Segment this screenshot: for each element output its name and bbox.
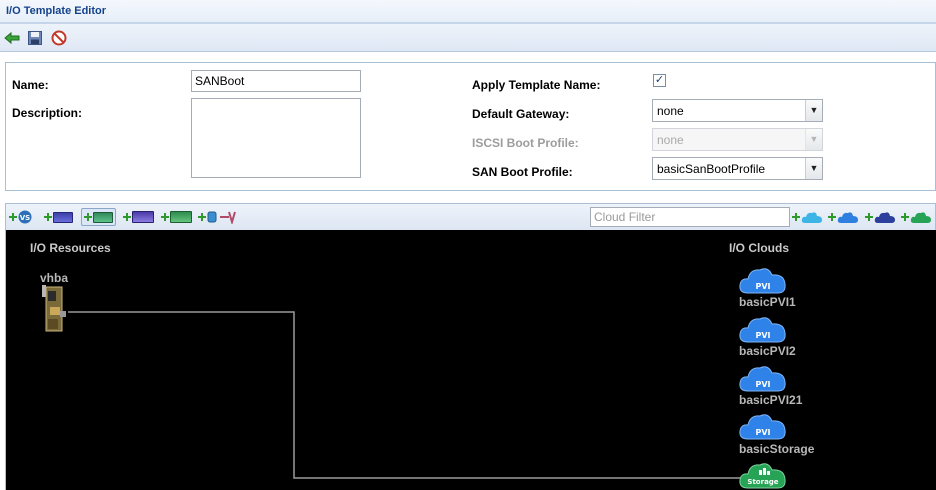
cloud-label: basicStorage: [739, 442, 815, 456]
description-textarea[interactable]: [191, 98, 361, 178]
plus-icon: [828, 213, 836, 221]
add-card-button[interactable]: [123, 208, 154, 226]
add-card-2-button[interactable]: [161, 208, 192, 226]
add-vs-button[interactable]: VS: [9, 208, 32, 226]
plus-icon: [198, 213, 206, 221]
san-boot-profile-label: SAN Boot Profile:: [472, 165, 573, 179]
chevron-down-icon[interactable]: ▼: [805, 158, 822, 179]
add-vnic-button[interactable]: [44, 208, 73, 226]
apply-template-name-label: Apply Template Name:: [472, 78, 601, 92]
vlan-cloud-icon: [874, 212, 895, 223]
description-label: Description:: [12, 106, 83, 120]
cloud-badge: PVI: [755, 428, 770, 437]
san-boot-profile-select[interactable]: basicSanBootProfile ▼: [652, 157, 823, 180]
name-label: Name:: [12, 78, 49, 92]
plus-icon: [44, 213, 52, 221]
canvas-toolbar: VS: [5, 203, 936, 230]
plus-icon: [84, 213, 92, 221]
default-gateway-label: Default Gateway:: [472, 107, 570, 121]
default-gateway-select[interactable]: none ▼: [652, 99, 823, 122]
topology-canvas[interactable]: I/O Resources I/O Clouds vhba PVI basicP…: [5, 230, 936, 490]
add-plug-button[interactable]: [198, 208, 217, 226]
template-form: Name: Description: Apply Template Name: …: [5, 62, 936, 191]
cloud-label: basicPVI1: [739, 295, 796, 309]
back-arrow-icon[interactable]: [4, 30, 20, 46]
storage-cloud-icon: [910, 212, 931, 223]
iscsi-boot-profile-value: none: [657, 133, 684, 147]
cancel-icon[interactable]: [51, 30, 67, 46]
cloud-label: basicPVI2: [739, 344, 796, 358]
apply-template-name-checkbox[interactable]: ✓: [653, 74, 666, 87]
plus-icon: [792, 213, 800, 221]
cloud-label: basicPVI21: [739, 393, 803, 407]
cloud-filter-input[interactable]: [590, 207, 790, 227]
pvi-cloud-icon: [801, 212, 822, 223]
window-title: I/O Template Editor: [6, 5, 107, 17]
chevron-down-icon[interactable]: ▼: [805, 100, 822, 121]
svg-text:VS: VS: [20, 214, 30, 222]
san-boot-profile-value: basicSanBootProfile: [657, 162, 766, 176]
cloud-badge: PVI: [755, 331, 770, 340]
pvi-cloud-icon[interactable]: PVI: [738, 411, 788, 441]
plus-icon: [901, 213, 909, 221]
pvi-cloud-icon[interactable]: PVI: [738, 363, 788, 393]
plus-icon: [865, 213, 873, 221]
title-bar: I/O Template Editor: [0, 0, 936, 24]
add-pvi-cloud-button[interactable]: [792, 208, 823, 226]
vnic-card-icon: [53, 211, 73, 223]
connector-icon: [220, 211, 236, 224]
cloud-badge: Storage: [747, 478, 778, 486]
card-icon: [132, 211, 154, 223]
vs-icon: VS: [18, 210, 32, 224]
connector-button[interactable]: [219, 208, 237, 226]
card-2-icon: [170, 211, 192, 223]
plus-icon: [9, 213, 17, 221]
add-vlan-cloud-button[interactable]: [865, 208, 896, 226]
add-vhba-button[interactable]: [81, 208, 116, 226]
plus-icon: [123, 213, 131, 221]
iscsi-boot-profile-select: none ▼: [652, 128, 823, 151]
storage-cloud-icon[interactable]: Storage: [738, 460, 788, 490]
cloud-badge: PVI: [755, 282, 770, 291]
cloud-icon: [837, 212, 858, 223]
plus-icon: [161, 213, 169, 221]
add-storage-cloud-button[interactable]: [901, 208, 932, 226]
add-cloud-button[interactable]: [828, 208, 859, 226]
chevron-down-icon: ▼: [805, 129, 822, 150]
default-gateway-value: none: [657, 104, 684, 118]
cloud-badge: PVI: [755, 380, 770, 389]
pvi-cloud-icon[interactable]: PVI: [738, 314, 788, 344]
iscsi-boot-profile-label: ISCSI Boot Profile:: [472, 136, 579, 150]
pvi-cloud-icon[interactable]: PVI: [738, 265, 788, 295]
plug-icon: [207, 211, 217, 223]
vhba-card-icon: [93, 211, 113, 223]
name-input[interactable]: [191, 70, 361, 92]
save-icon[interactable]: [27, 30, 43, 46]
main-toolbar: [0, 24, 936, 52]
